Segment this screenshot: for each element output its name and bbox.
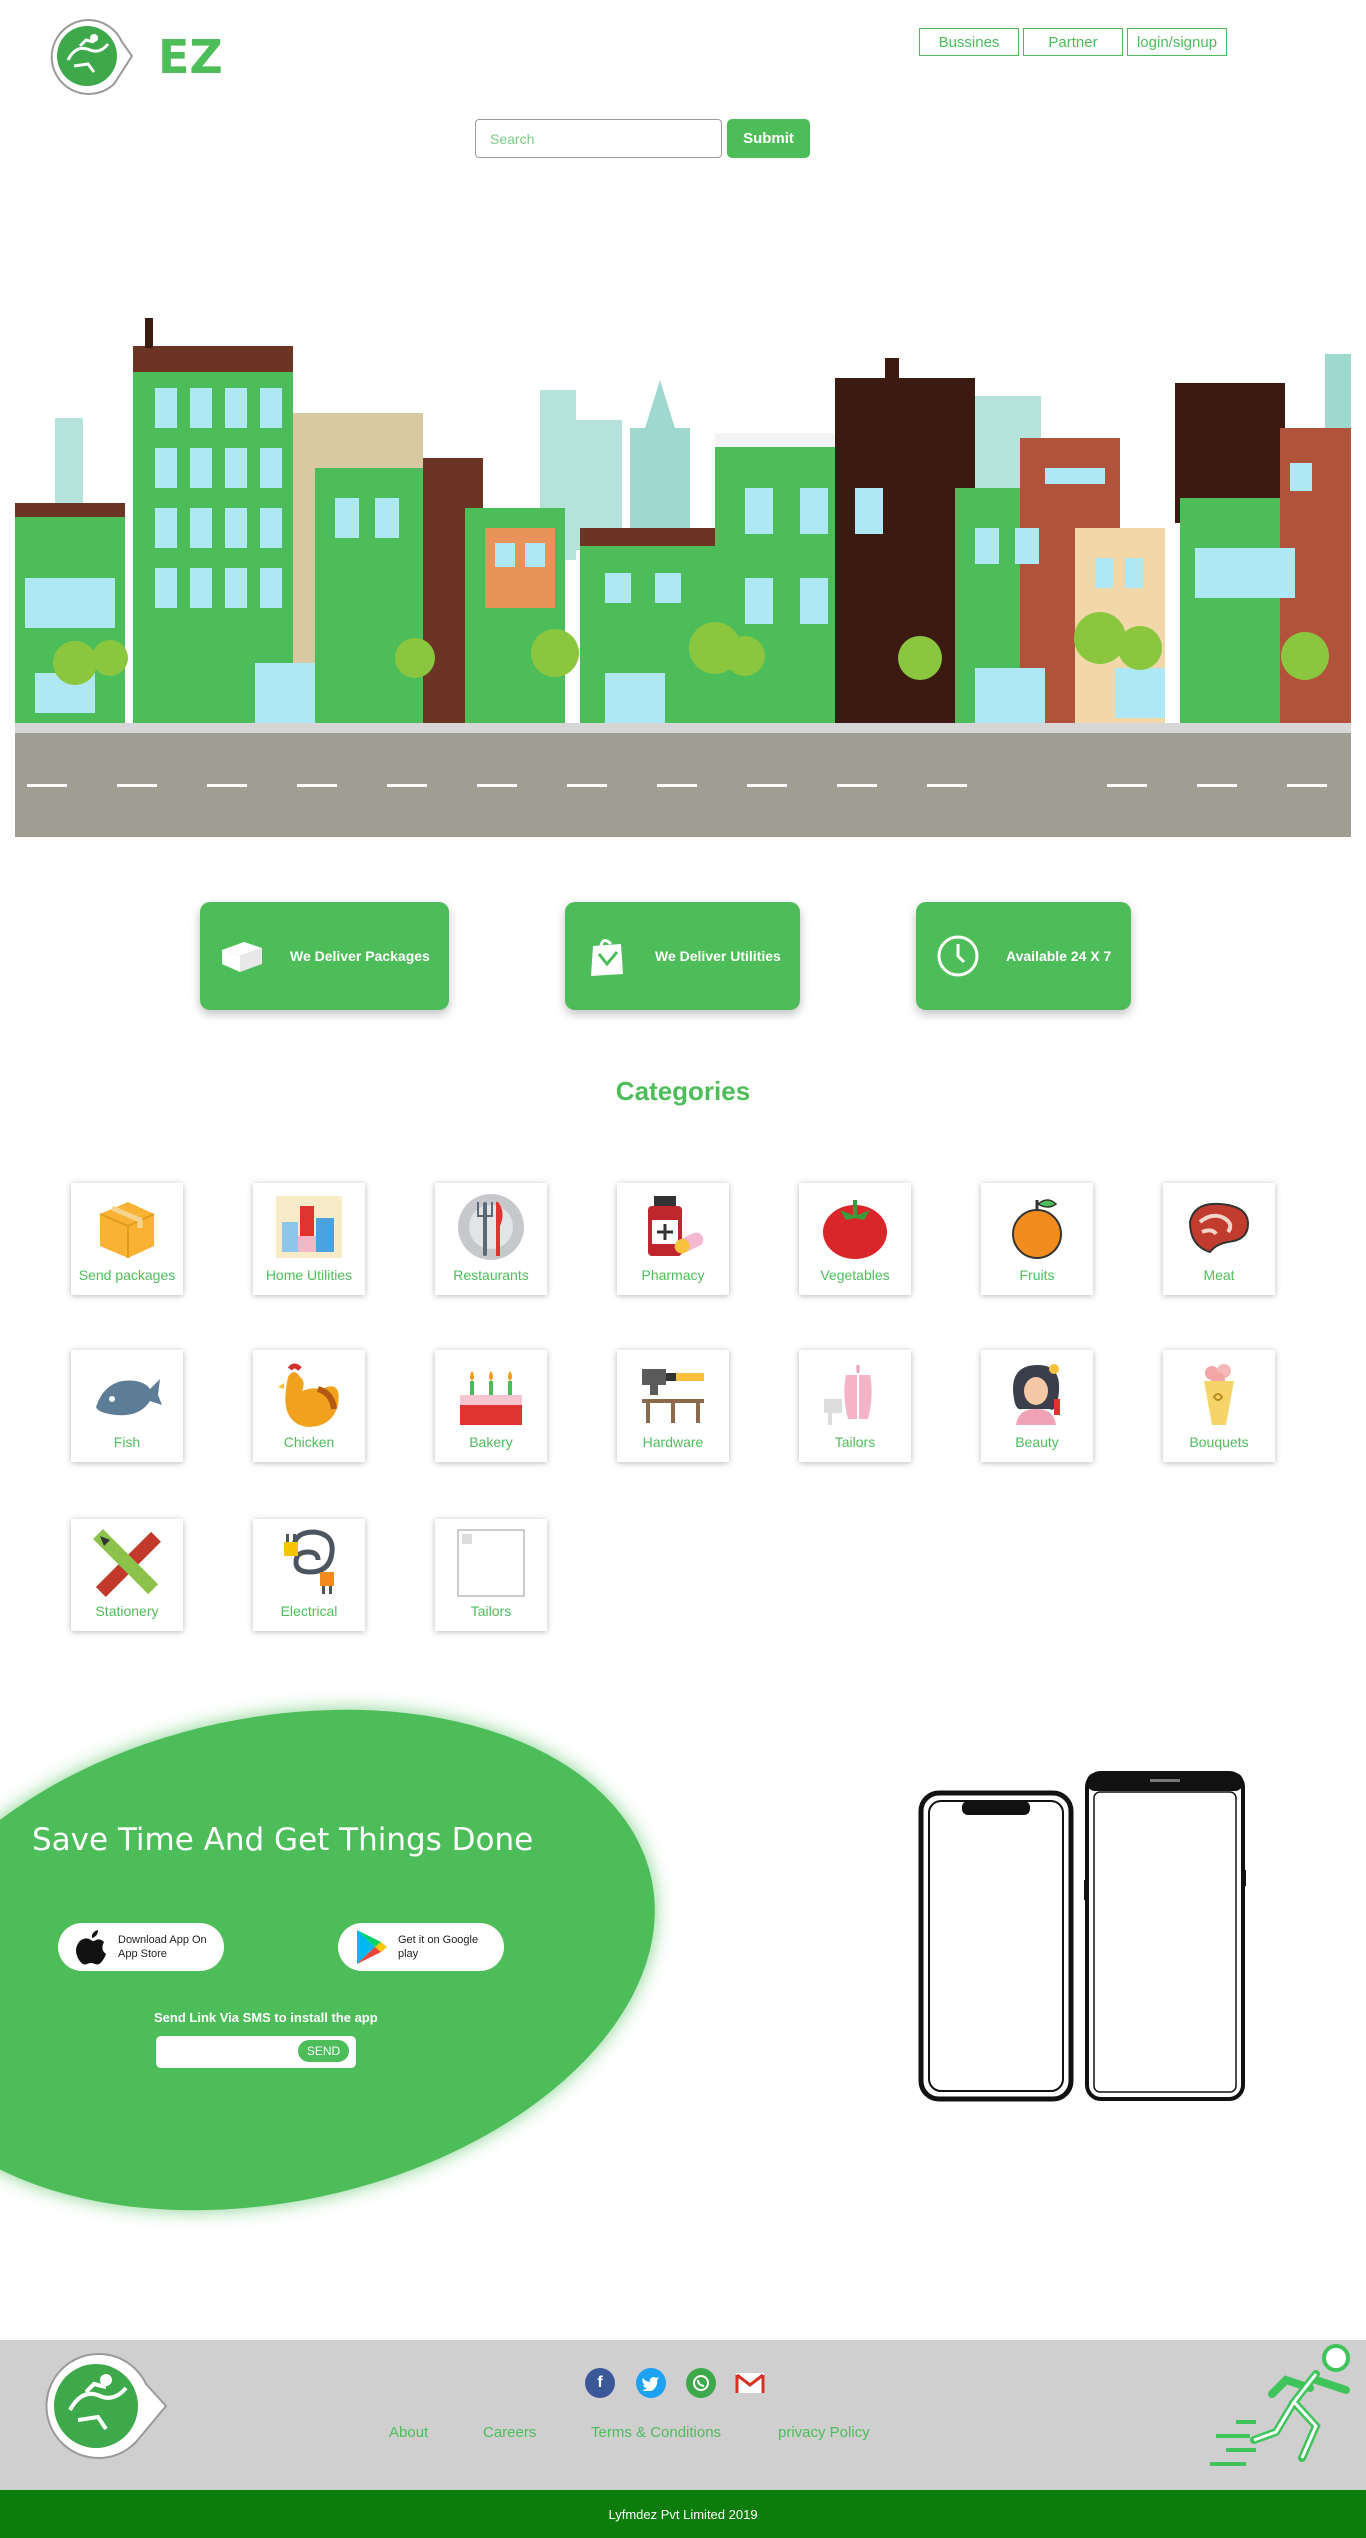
category-stationery[interactable]: Stationery [71,1519,183,1631]
feature-label: Available 24 X 7 [1006,948,1112,964]
nav-business-button[interactable]: Bussines [919,28,1019,56]
footer-logo[interactable] [36,2350,168,2462]
phone-mockup-left [918,1790,1074,2102]
search-input[interactable] [475,119,722,158]
category-pharmacy[interactable]: Pharmacy [617,1183,729,1295]
category-chicken[interactable]: Chicken [253,1350,365,1462]
courier-logo-icon [45,2352,168,2459]
shopping-bag-icon [581,930,633,982]
medicine-icon [633,1191,713,1263]
footer [0,2340,1366,2490]
category-send-packages[interactable]: Send packages [71,1183,183,1295]
category-tailors[interactable]: Tailors [799,1350,911,1462]
courier-logo-icon [50,18,134,95]
category-meat[interactable]: Meat [1163,1183,1275,1295]
category-tailors-2[interactable]: Tailors [435,1519,547,1631]
feature-label: We Deliver Packages [290,948,430,964]
category-home-utilities[interactable]: Home Utilities [253,1183,365,1295]
category-beauty[interactable]: Beauty [981,1350,1093,1462]
google-play-label: Get it on Google play [398,1933,479,1960]
app-store-label: Download App On App Store [118,1933,207,1960]
feature-card-availability: Available 24 X 7 [916,902,1131,1010]
whatsapp-icon[interactable] [686,2368,716,2398]
pencil-ruler-icon [87,1527,167,1599]
steak-icon [1179,1191,1259,1263]
submit-button[interactable]: Submit [727,119,810,158]
category-restaurants[interactable]: Restaurants [435,1183,547,1295]
footer-link-about[interactable]: About [389,2424,428,2441]
copyright-bar: Lyfmdez Pvt Limited 2019 [0,2490,1366,2538]
footer-link-terms[interactable]: Terms & Conditions [591,2424,721,2441]
orange-icon [997,1191,1077,1263]
brand-logo[interactable] [44,16,134,98]
footer-link-careers[interactable]: Careers [483,2424,536,2441]
box-icon [87,1191,167,1263]
category-bouquets[interactable]: Bouquets [1163,1350,1275,1462]
gmail-icon[interactable] [735,2368,765,2398]
tailor-mannequin-icon [815,1358,895,1430]
nav-login-signup-button[interactable]: login/signup [1127,28,1227,56]
app-store-button[interactable]: Download App On App Store [58,1923,224,1971]
google-play-button[interactable]: Get it on Google play [338,1923,504,1971]
rooster-icon [269,1358,349,1430]
nav-partner-button[interactable]: Partner [1023,28,1123,56]
tomato-icon [815,1191,895,1263]
phone-mockup-right [1084,1770,1246,2102]
beauty-woman-icon [997,1358,1077,1430]
broken-image-icon [451,1527,531,1599]
category-vegetables[interactable]: Vegetables [799,1183,911,1295]
categories-heading: Categories [615,1076,751,1106]
package-icon [216,930,268,982]
running-courier-icon [1206,2340,1366,2490]
facebook-icon[interactable]: f [585,2368,615,2398]
bouquet-icon [1179,1358,1259,1430]
city-street-illustration [15,318,1351,837]
send-sms-button[interactable]: SEND [298,2040,349,2062]
category-bakery[interactable]: Bakery [435,1350,547,1462]
feature-label: We Deliver Utilities [655,948,781,964]
category-hardware[interactable]: Hardware [617,1350,729,1462]
category-fish[interactable]: Fish [71,1350,183,1462]
brand-name: EZ [158,30,223,84]
home-utilities-icon [269,1191,349,1263]
category-electrical[interactable]: Electrical [253,1519,365,1631]
category-fruits[interactable]: Fruits [981,1183,1093,1295]
hammer-icon [633,1358,713,1430]
google-play-icon [352,1928,390,1966]
promo-title: Save Time And Get Things Done [32,1822,534,1858]
fish-icon [87,1358,167,1430]
copyright-text: Lyfmdez Pvt Limited 2019 [608,2506,758,2522]
twitter-icon[interactable] [636,2368,666,2398]
plate-cutlery-icon [451,1191,531,1263]
plug-cable-icon [269,1527,349,1599]
cake-icon [451,1358,531,1430]
feature-card-packages: We Deliver Packages [200,902,449,1010]
feature-card-utilities: We Deliver Utilities [565,902,800,1010]
apple-icon [72,1928,110,1966]
footer-link-privacy[interactable]: privacy Policy [778,2424,870,2441]
clock-icon [932,930,984,982]
sms-heading: Send Link Via SMS to install the app [154,2010,378,2025]
